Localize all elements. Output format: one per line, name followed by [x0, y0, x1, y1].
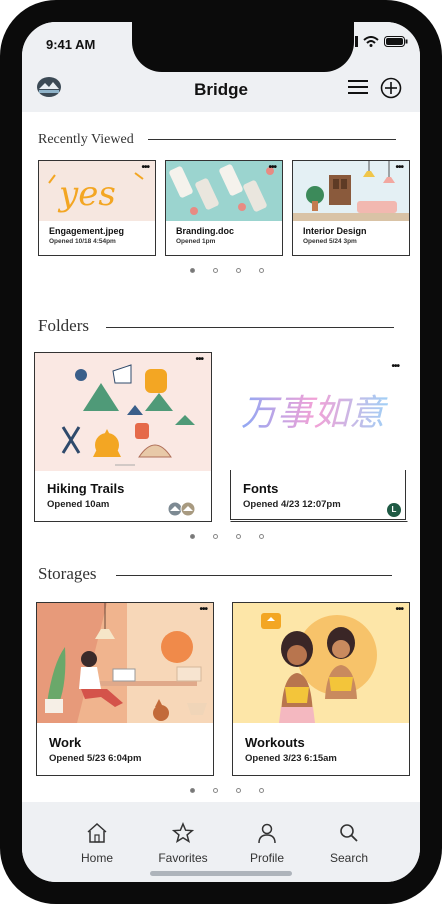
shared-avatars [167, 501, 196, 517]
recent-item-name: Branding.doc [176, 226, 234, 236]
more-options-icon[interactable]: ••• [391, 361, 399, 372]
recent-item-opened: Opened 10/18 4:54pm [49, 238, 116, 245]
storage-opened: Opened 5/23 6:04pm [49, 753, 142, 764]
bottom-tab-bar: Home Favorites Profile Search [22, 802, 420, 882]
pager-dot[interactable] [190, 268, 195, 273]
tab-home[interactable]: Home [62, 822, 132, 865]
hamburger-menu-icon[interactable] [348, 79, 368, 95]
pager-dot[interactable] [259, 268, 264, 273]
folder-card[interactable]: ••• Hiking Trails Opened 10am [34, 352, 212, 522]
section-divider [116, 575, 392, 576]
pager-dot[interactable] [190, 788, 195, 793]
folder-card[interactable]: 万事如意 ••• Fonts Opened 4/23 12:07pm L [230, 352, 408, 522]
workspace-illustration [37, 603, 213, 723]
storage-opened: Opened 3/23 6:15am [245, 753, 337, 764]
pager-dot[interactable] [213, 534, 218, 539]
folder-opened: Opened 4/23 12:07pm [243, 499, 341, 510]
recent-item-opened: Opened 5/24 3pm [303, 238, 357, 245]
engagement-thumbnail: yes [39, 161, 155, 221]
more-options-icon[interactable]: ••• [195, 354, 203, 365]
hiking-thumbnail [35, 353, 211, 471]
pager-dot[interactable] [236, 534, 241, 539]
user-avatar: L [387, 503, 401, 517]
folder-name: Hiking Trails [47, 481, 125, 496]
app-header: Bridge [22, 68, 420, 112]
recent-item-card[interactable]: ••• Branding.doc Opened 1pm [165, 160, 283, 256]
pager-dot[interactable] [190, 534, 195, 539]
storage-name: Workouts [245, 735, 305, 750]
section-divider [148, 139, 396, 140]
recent-item-card[interactable]: yes ••• Engagement.jpeg Opened 10/18 4:5… [38, 160, 156, 256]
storage-name: Work [49, 735, 82, 750]
folder-opened: Opened 10am [47, 499, 110, 510]
tab-label: Favorites [158, 851, 208, 865]
more-options-icon[interactable]: ••• [268, 162, 276, 173]
pager-dot[interactable] [236, 268, 241, 273]
tab-favorites[interactable]: Favorites [148, 822, 218, 865]
status-time: 9:41 AM [46, 37, 96, 52]
folders-pager[interactable] [190, 534, 264, 539]
tab-label: Search [329, 851, 369, 865]
pager-dot[interactable] [259, 788, 264, 793]
home-indicator[interactable] [150, 871, 292, 876]
interior-room-art [293, 161, 409, 221]
person-icon [258, 823, 276, 844]
work-thumbnail [37, 603, 213, 723]
home-icon [87, 822, 107, 843]
recently-viewed-heading: Recently Viewed [38, 132, 134, 147]
recent-item-name: Engagement.jpeg [49, 226, 125, 236]
recent-item-card[interactable]: ••• Interior Design Opened 5/24 3pm [292, 160, 410, 256]
more-options-icon[interactable]: ••• [199, 604, 207, 615]
pager-dot[interactable] [259, 534, 264, 539]
star-icon [171, 822, 195, 844]
section-divider [106, 327, 394, 328]
more-options-icon[interactable]: ••• [395, 162, 403, 173]
mirror-illustration [233, 603, 409, 723]
tab-label: Home [80, 851, 113, 865]
branding-thumbnail [166, 161, 282, 221]
recent-item-name: Interior Design [303, 226, 367, 236]
product-bottles-art [169, 164, 274, 215]
fonts-thumbnail: 万事如意 [231, 353, 407, 471]
yes-lettering-art: yes [48, 172, 144, 214]
folder-name: Fonts [243, 481, 279, 496]
phone-frame: 9:41 AM Bridge Recently Viewed yes ••• E… [0, 0, 442, 904]
more-options-icon[interactable]: ••• [141, 162, 149, 173]
pager-dot[interactable] [236, 788, 241, 793]
storage-card[interactable]: ••• Work Opened 5/23 6:04pm [36, 602, 214, 776]
tab-search[interactable]: Search [314, 822, 384, 865]
notch [132, 22, 354, 72]
recent-pager[interactable] [190, 268, 264, 273]
more-options-icon[interactable]: ••• [395, 604, 403, 615]
calligraphy-art: 万事如意 [241, 393, 389, 434]
tab-profile[interactable]: Profile [232, 822, 302, 865]
wifi-icon [363, 36, 379, 47]
folders-heading: Folders [38, 316, 89, 335]
tab-label: Profile [249, 851, 284, 865]
svg-text:万事如意: 万事如意 [241, 393, 389, 434]
svg-text:yes: yes [57, 174, 116, 214]
pager-dot[interactable] [213, 788, 218, 793]
storages-pager[interactable] [190, 788, 264, 793]
pager-dot[interactable] [213, 268, 218, 273]
hiking-gear-art [61, 364, 195, 466]
storages-heading: Storages [38, 564, 97, 583]
interior-thumbnail [293, 161, 409, 221]
battery-icon [384, 36, 408, 47]
recent-item-opened: Opened 1pm [176, 238, 216, 245]
search-icon [340, 824, 358, 842]
storage-card[interactable]: ••• Workouts Opened 3/23 6:15am [232, 602, 410, 776]
workouts-thumbnail [233, 603, 409, 723]
add-circle-icon[interactable] [380, 77, 402, 99]
